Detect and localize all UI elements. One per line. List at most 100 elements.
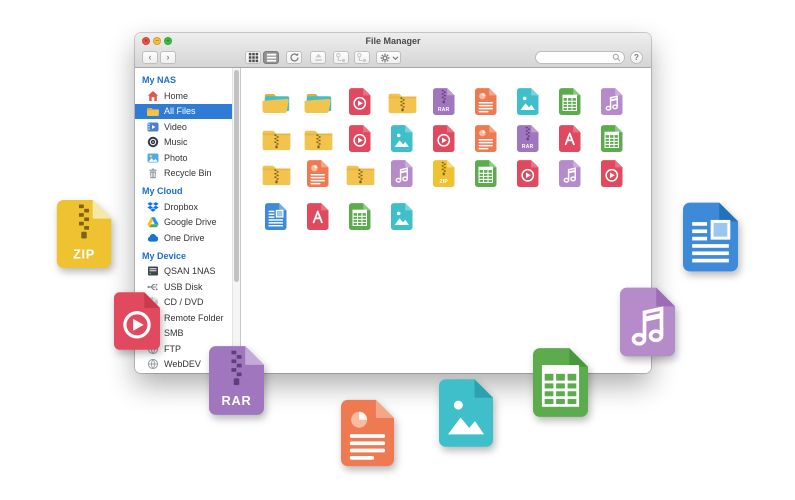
file-icon-folder-zip[interactable] xyxy=(339,160,381,187)
file-icon-folder-zip[interactable] xyxy=(297,125,339,152)
sidebar-item-label: SMB xyxy=(164,328,184,338)
video-file-icon xyxy=(114,286,160,356)
sidebar-item-label: Photo xyxy=(164,153,188,163)
list-view-button[interactable] xyxy=(263,51,279,64)
toolbar xyxy=(245,51,401,64)
create-link-button[interactable] xyxy=(333,51,349,64)
sidebar-scrollbar-thumb[interactable] xyxy=(234,70,239,282)
file-icon-video[interactable] xyxy=(339,125,381,152)
file-icon-music[interactable] xyxy=(381,160,423,187)
sidebar-item-video[interactable]: Video xyxy=(135,119,240,135)
search-box[interactable] xyxy=(535,51,625,64)
file-icon-video[interactable] xyxy=(591,160,633,187)
file-icon-rar[interactable]: RAR xyxy=(423,88,465,115)
sidebar-item-label: Dropbox xyxy=(164,202,198,212)
rar-file-icon: RAR xyxy=(209,346,264,415)
sidebar-item-label: CD / DVD xyxy=(164,297,204,307)
sidebar-item-qsan-1nas[interactable]: QSAN 1NAS xyxy=(135,264,240,280)
upload-icon xyxy=(313,52,324,63)
sidebar-item-home[interactable]: Home xyxy=(135,88,240,104)
sidebar-scrollbar-track[interactable] xyxy=(232,68,240,373)
sidebar-item-label: FTP xyxy=(164,344,181,354)
network-icon xyxy=(147,358,159,370)
recycle-bin-icon xyxy=(147,167,159,179)
list-view-icon xyxy=(266,52,277,63)
music-app-icon xyxy=(147,136,159,148)
file-icon-folder-zip[interactable] xyxy=(255,125,297,152)
sidebar-item-label: One Drive xyxy=(164,233,205,243)
zip-file-icon: ZIP xyxy=(56,200,112,268)
settings-button[interactable] xyxy=(376,51,401,64)
folder-icon xyxy=(147,105,159,117)
file-icon-pdf[interactable] xyxy=(549,125,591,152)
file-icon-doc[interactable] xyxy=(297,160,339,187)
spreadsheet-file-icon xyxy=(533,348,588,417)
sidebar-section-my-nas: My NAS xyxy=(135,70,240,88)
file-icon-zip[interactable]: ZIP xyxy=(423,160,465,187)
file-icon-sheet[interactable] xyxy=(549,88,591,115)
dropbox-icon xyxy=(147,201,159,213)
file-icon-folder-zip[interactable] xyxy=(381,88,423,115)
sidebar-item-google-drive[interactable]: Google Drive xyxy=(135,215,240,231)
sidebar-item-label: Home xyxy=(164,91,188,101)
sidebar-item-label: All Files xyxy=(164,106,196,116)
sidebar-item-dropbox[interactable]: Dropbox xyxy=(135,199,240,215)
file-icon-folder-open[interactable] xyxy=(297,88,339,115)
file-icon-video[interactable] xyxy=(507,160,549,187)
sidebar-item-one-drive[interactable]: One Drive xyxy=(135,230,240,246)
sidebar-item-photo[interactable]: Photo xyxy=(135,150,240,166)
google-drive-icon xyxy=(147,216,159,228)
grid-view-button[interactable] xyxy=(245,51,261,64)
nav-buttons: ‹› xyxy=(142,51,176,64)
file-icon-video[interactable] xyxy=(339,88,381,115)
file-icon-pdf[interactable] xyxy=(297,203,339,230)
svg-text:ZIP: ZIP xyxy=(73,247,95,261)
sidebar-item-all-files[interactable]: All Files xyxy=(135,104,240,120)
grid-row: RAR xyxy=(255,125,651,152)
file-icon-video[interactable] xyxy=(423,125,465,152)
svg-text:RAR: RAR xyxy=(522,144,534,150)
document-file-icon xyxy=(341,399,394,467)
sidebar-item-recycle-bin[interactable]: Recycle Bin xyxy=(135,166,240,182)
forward-button[interactable]: › xyxy=(160,51,176,64)
file-icon-doc[interactable] xyxy=(465,88,507,115)
sidebar-item-label: Google Drive xyxy=(164,217,217,227)
svg-text:RAR: RAR xyxy=(222,393,252,408)
link-node-icon xyxy=(335,52,347,64)
file-icon-music[interactable] xyxy=(549,160,591,187)
sidebar-item-music[interactable]: Music xyxy=(135,135,240,151)
sidebar-item-label: Video xyxy=(164,122,187,132)
file-icon-image[interactable] xyxy=(507,88,549,115)
grid-row: ZIP xyxy=(255,160,651,187)
search-input[interactable] xyxy=(536,53,612,63)
file-icon-sheet[interactable] xyxy=(591,125,633,152)
file-icon-image[interactable] xyxy=(381,203,423,230)
file-icon-word[interactable] xyxy=(255,203,297,230)
file-icon-doc[interactable] xyxy=(465,125,507,152)
file-icon-sheet[interactable] xyxy=(465,160,507,187)
back-button[interactable]: ‹ xyxy=(142,51,158,64)
upload-button[interactable] xyxy=(310,51,326,64)
word-file-icon xyxy=(683,202,738,272)
video-app-icon xyxy=(147,121,159,133)
file-icon-folder-open[interactable] xyxy=(255,88,297,115)
sidebar-item-label: WebDEV xyxy=(164,359,201,369)
file-icon-rar[interactable]: RAR xyxy=(507,125,549,152)
file-grid: RAR RAR xyxy=(241,68,651,373)
file-icon-image[interactable] xyxy=(381,125,423,152)
file-icon-music[interactable] xyxy=(591,88,633,115)
window-title: File Manager xyxy=(135,36,651,46)
file-icon-sheet[interactable] xyxy=(339,203,381,230)
svg-text:ZIP: ZIP xyxy=(440,179,449,185)
share-link-button[interactable] xyxy=(354,51,370,64)
help-button[interactable]: ? xyxy=(630,51,643,64)
search-icon xyxy=(612,53,621,62)
gear-icon xyxy=(379,52,391,64)
file-icon-folder-zip[interactable] xyxy=(255,160,297,187)
grid-row xyxy=(255,203,651,230)
nas-icon xyxy=(147,265,159,277)
grid-row: RAR xyxy=(255,88,651,115)
refresh-button[interactable] xyxy=(286,51,302,64)
grid-view-icon xyxy=(248,52,259,63)
window-chrome: ×−+ File Manager ‹› ? xyxy=(135,33,651,68)
